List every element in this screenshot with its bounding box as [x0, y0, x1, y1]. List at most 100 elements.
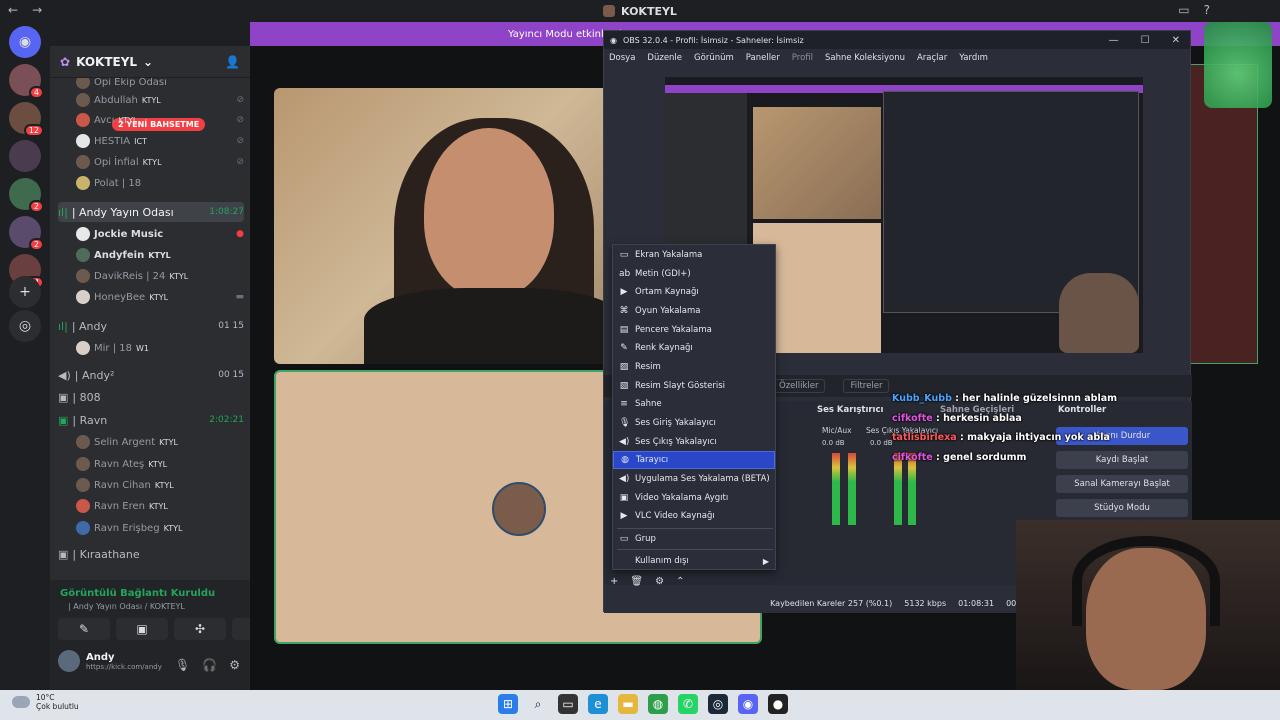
list-item[interactable]: DavikReis | 24 KTYL	[76, 266, 244, 286]
headphones-icon[interactable]: 🎧	[202, 658, 217, 672]
list-item[interactable]: Avcı KTYL ⊘	[76, 110, 244, 130]
menu-item[interactable]: ▶ VLC Video Kaynağı	[613, 507, 775, 525]
list-item[interactable]: Ravn Erişbeg KTYL	[76, 518, 244, 538]
camera-icon[interactable]: ✎	[58, 618, 110, 640]
virtual-camera-button[interactable]: Sanal Kamerayı Başlat	[1056, 475, 1188, 493]
chat-overlay: Kubb_Kubb : her halinle güzelsinnn ablam…	[892, 393, 1117, 471]
edge-icon[interactable]: e	[588, 694, 608, 714]
menu-item-selected[interactable]: ◍ Tarayıcı	[613, 451, 775, 469]
server-icon[interactable]: 12	[9, 102, 44, 137]
menu-item[interactable]: Profil	[792, 53, 813, 63]
voice-channel[interactable]: ıl| | Andy Yayın Odası 1:08:27	[58, 202, 244, 222]
menu-item[interactable]: ab Metin (GDI+)	[613, 265, 775, 283]
menu-item[interactable]: ◀) Ses Çıkış Yakalayıcı	[613, 433, 775, 451]
add-icon[interactable]: +	[610, 576, 618, 587]
window-title: KOKTEYL	[603, 5, 677, 18]
properties-tab[interactable]: Özellikler	[772, 379, 826, 393]
help-icon[interactable]: ?	[1204, 3, 1210, 17]
menu-item[interactable]: ≡ Sahne	[613, 395, 775, 413]
stream-time: 01:08:31	[958, 598, 995, 608]
gear-icon[interactable]: ⚙	[655, 576, 664, 587]
gamepad-icon: ⌘	[619, 306, 629, 316]
menu-item[interactable]: ◀) Uygulama Ses Yakalama (BETA)	[613, 470, 775, 488]
server-icon[interactable]: 2	[9, 178, 44, 213]
server-icon[interactable]: 2	[9, 216, 44, 251]
menu-item[interactable]: Dosya	[609, 53, 635, 63]
menu-item-submenu[interactable]: Kullanım dışı ▶	[613, 552, 775, 570]
screenshare-icon[interactable]: ▣	[116, 618, 168, 640]
list-item[interactable]: Mir | 18 W1	[76, 338, 244, 358]
connection-status[interactable]: Görüntülü Bağlantı Kuruldu	[60, 588, 215, 599]
chrome-icon[interactable]: ◍	[648, 694, 668, 714]
menu-item[interactable]: Düzenle	[647, 53, 682, 63]
user-panel[interactable]: Andy https://kick.com/andy	[58, 650, 162, 672]
user-status: https://kick.com/andy	[86, 662, 162, 671]
streamer-webcam	[1016, 520, 1280, 690]
task-view-icon[interactable]: ▭	[558, 694, 578, 714]
discover-icon[interactable]: ◎	[9, 310, 41, 342]
menu-item[interactable]: Araçlar	[917, 53, 947, 63]
activities-icon[interactable]: ✣	[174, 618, 226, 640]
lock-icon: ▣	[58, 547, 69, 561]
menu-item[interactable]: ▣ Video Yakalama Aygıtı	[613, 489, 775, 507]
voice-channel[interactable]: ▣ | Ravn 2:02:21	[58, 410, 244, 430]
cloud-icon	[12, 696, 30, 708]
menu-item[interactable]: Paneller	[746, 53, 780, 63]
menu-item[interactable]: ▤ Pencere Yakalama	[613, 321, 775, 339]
menu-item[interactable]: ▨ Resim	[613, 358, 775, 376]
trash-icon[interactable]: 🗑	[630, 576, 643, 587]
folder-icon[interactable]: ▬	[618, 694, 638, 714]
menu-item[interactable]: ▭ Ekran Yakalama	[613, 246, 775, 264]
chevron-up-icon[interactable]: ⌃	[676, 576, 684, 587]
back-icon[interactable]: ←	[8, 3, 18, 17]
filters-tab[interactable]: Filtreler	[843, 379, 890, 393]
server-header[interactable]: ✿ KOKTEYL ⌄ 👤	[50, 46, 250, 78]
list-item[interactable]: Abdullah KTYL ⊘	[76, 90, 244, 110]
obs-titlebar: ◉ OBS 32.0.4 - Profil: İsimsiz - Sahnele…	[604, 31, 1190, 49]
server-icon[interactable]	[9, 140, 41, 172]
menu-item[interactable]: ▶ Ortam Kaynağı	[613, 283, 775, 301]
voice-channel[interactable]: ▣ | 808	[58, 387, 244, 407]
menu-item[interactable]: 🎙 Ses Giriş Yakalayıcı	[613, 414, 775, 432]
inbox-icon[interactable]: ▭	[1178, 3, 1189, 17]
forward-icon[interactable]: →	[32, 3, 42, 17]
steam-icon[interactable]: ◎	[708, 694, 728, 714]
search-icon[interactable]: ⌕	[528, 694, 548, 714]
mic-icon[interactable]: 🎙	[175, 658, 190, 672]
list-item[interactable]: Ravn Ateş KTYL	[76, 454, 244, 474]
list-item[interactable]: Andyfein KTYL	[76, 245, 244, 265]
add-person-icon[interactable]: 👤	[225, 55, 240, 69]
voice-channel[interactable]: ıl| | Andy 01 15	[58, 316, 244, 336]
studio-mode-button[interactable]: Stüdyo Modu	[1056, 499, 1188, 517]
gear-icon[interactable]: ⚙	[229, 658, 240, 672]
list-item[interactable]: Selin Argent KTYL	[76, 432, 244, 452]
list-item[interactable]: Jockie Music ●	[76, 224, 244, 244]
list-item[interactable]: Ravn Eren KTYL	[76, 496, 244, 516]
add-server-icon[interactable]: +	[9, 276, 41, 308]
close-icon[interactable]: ✕	[1172, 35, 1180, 46]
list-item[interactable]: Ravn Cihan KTYL	[76, 475, 244, 495]
discord-icon[interactable]: ◉	[738, 694, 758, 714]
menu-item[interactable]: Görünüm	[694, 53, 734, 63]
list-item[interactable]: Opi İnfial KTYL ⊘	[76, 152, 244, 172]
server-icon[interactable]: 4	[9, 64, 44, 99]
menu-item[interactable]: ▭ Grup	[613, 530, 775, 548]
minimize-icon[interactable]: —	[1109, 35, 1119, 46]
username: Andy	[86, 651, 115, 663]
windows-start-icon[interactable]: ⊞	[498, 694, 518, 714]
whatsapp-icon[interactable]: ✆	[678, 694, 698, 714]
discord-home-icon[interactable]: ◉	[9, 26, 41, 58]
menu-item[interactable]: ▧ Resim Slayt Gösterisi	[613, 377, 775, 395]
menu-item[interactable]: ✎ Renk Kaynağı	[613, 339, 775, 357]
list-item[interactable]: HESTIA ICT ⊘	[76, 131, 244, 151]
weather-widget[interactable]: 10°C Çok bulutlu	[12, 693, 79, 711]
voice-channel[interactable]: ▣ | Kıraathane	[58, 544, 244, 564]
maximize-icon[interactable]: ☐	[1141, 35, 1150, 46]
obs-icon[interactable]: ●	[768, 694, 788, 714]
voice-channel[interactable]: ◀) | Andy² 00 15	[58, 365, 244, 385]
menu-item[interactable]: Sahne Koleksiyonu	[825, 53, 905, 63]
list-item[interactable]: Polat | 18	[76, 173, 244, 193]
menu-item[interactable]: Yardım	[959, 53, 988, 63]
menu-item[interactable]: ⌘ Oyun Yakalama	[613, 302, 775, 320]
list-item[interactable]: HoneyBee KTYL ▬	[76, 287, 244, 307]
